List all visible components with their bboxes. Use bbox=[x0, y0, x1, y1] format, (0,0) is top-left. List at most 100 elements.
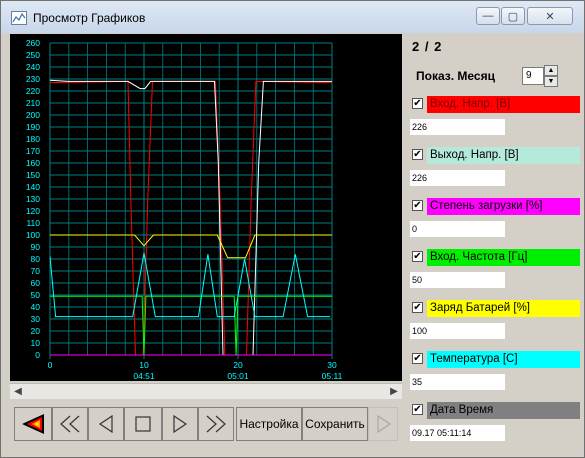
y-tick-label: 100 bbox=[26, 230, 40, 240]
series-value-field: 09.17 05:11:14 bbox=[410, 425, 505, 441]
series-toggle-row[interactable]: ✔ Температура [С] bbox=[410, 351, 580, 368]
series-toggle-row[interactable]: ✔ Заряд Батарей [%] bbox=[410, 300, 580, 317]
play-button[interactable] bbox=[368, 407, 398, 441]
x-tick-label: 10 bbox=[139, 360, 149, 370]
palette-icon bbox=[22, 414, 44, 434]
series-label: Заряд Батарей [%] bbox=[427, 300, 580, 317]
app-chart-icon bbox=[11, 11, 27, 25]
y-tick-label: 220 bbox=[26, 86, 40, 96]
series-line bbox=[49, 79, 332, 356]
y-tick-label: 190 bbox=[26, 122, 40, 132]
stop-button[interactable] bbox=[124, 407, 162, 441]
y-tick-label: 230 bbox=[26, 74, 40, 84]
y-tick-label: 130 bbox=[26, 194, 40, 204]
series-value-field: 226 bbox=[410, 119, 505, 135]
series-value-field: 50 bbox=[410, 272, 505, 288]
series-value-field: 226 bbox=[410, 170, 505, 186]
save-button-label: Сохранить bbox=[305, 417, 365, 431]
step-back-icon bbox=[98, 414, 113, 434]
series-label: Вход. Частота [Гц] bbox=[427, 249, 580, 266]
rewind-button[interactable] bbox=[52, 407, 88, 441]
series-toggle-row[interactable]: ✔ Дата Время bbox=[410, 402, 580, 419]
horizontal-scrollbar[interactable]: ◀ ▶ bbox=[10, 383, 402, 399]
series-checkbox[interactable]: ✔ bbox=[412, 200, 423, 211]
x-tick-label: 30 bbox=[327, 360, 337, 370]
y-tick-label: 160 bbox=[26, 158, 40, 168]
play-icon bbox=[377, 414, 392, 434]
y-tick-label: 40 bbox=[31, 302, 41, 312]
y-tick-label: 70 bbox=[31, 266, 41, 276]
chart-panel: 0 10 20 30 40 50 60 70 80 90 100 110 120 130 140 150 160… bbox=[10, 34, 402, 381]
x-tick-time-label: 04:51 bbox=[133, 371, 155, 381]
series-checkbox[interactable]: ✔ bbox=[412, 404, 423, 415]
months-increment-icon[interactable]: ▲ bbox=[544, 65, 558, 76]
settings-button[interactable]: Настройка bbox=[236, 407, 302, 441]
close-button[interactable]: ✕ bbox=[527, 7, 573, 25]
page-indicator: 2 / 2 bbox=[412, 39, 443, 54]
title-bar[interactable]: Просмотр Графиков — ▢ ✕ bbox=[1, 1, 584, 33]
y-tick-label: 150 bbox=[26, 170, 40, 180]
y-tick-label: 250 bbox=[26, 50, 40, 60]
y-tick-label: 180 bbox=[26, 134, 40, 144]
x-tick-time-label: 05:11 bbox=[322, 371, 343, 381]
client-area: 0 10 20 30 40 50 60 70 80 90 100 110 120 130 140 150 160… bbox=[9, 33, 580, 451]
previous-button[interactable] bbox=[88, 407, 124, 441]
maximize-button[interactable]: ▢ bbox=[501, 7, 525, 25]
y-tick-label: 20 bbox=[31, 326, 41, 336]
step-forward-icon bbox=[173, 414, 188, 434]
fast-back-icon bbox=[60, 415, 80, 433]
color-palette-button[interactable] bbox=[14, 407, 52, 441]
y-tick-label: 240 bbox=[26, 62, 40, 72]
scroll-right-arrow-icon[interactable]: ▶ bbox=[386, 384, 402, 399]
scroll-left-arrow-icon[interactable]: ◀ bbox=[10, 384, 26, 399]
y-tick-label: 170 bbox=[26, 146, 40, 156]
series-line bbox=[49, 80, 333, 356]
months-decrement-icon[interactable]: ▼ bbox=[544, 76, 558, 87]
x-tick-label: 20 bbox=[233, 360, 243, 370]
y-tick-label: 120 bbox=[26, 206, 40, 216]
y-tick-label: 10 bbox=[31, 338, 41, 348]
series-checkbox[interactable]: ✔ bbox=[412, 98, 423, 109]
series-line bbox=[50, 295, 332, 356]
line-chart: 0102030405060708090100110120130140150160… bbox=[26, 38, 343, 381]
series-panel: 2 / 2 Показ. Месяц 9 ▲ ▼ ✔ Вход. Напр. [В… bbox=[406, 33, 580, 451]
series-checkbox[interactable]: ✔ bbox=[412, 302, 423, 313]
months-input[interactable]: 9 bbox=[522, 67, 544, 85]
y-tick-label: 260 bbox=[26, 38, 40, 48]
series-toggle-row[interactable]: ✔ Вход. Напр. [В] bbox=[410, 96, 580, 113]
y-tick-label: 50 bbox=[31, 290, 41, 300]
y-tick-label: 0 bbox=[35, 350, 40, 360]
y-tick-label: 90 bbox=[31, 242, 41, 252]
y-tick-label: 200 bbox=[26, 110, 40, 120]
fast-forward-icon bbox=[206, 415, 226, 433]
x-tick-time-label: 05:01 bbox=[227, 371, 249, 381]
series-toggle-row[interactable]: ✔ Степень загрузки [%] bbox=[410, 198, 580, 215]
chart-viewer-window: Просмотр Графиков — ▢ ✕ 0 10 20 30 40 50 60 70 8… bbox=[0, 0, 585, 458]
series-toggle-row[interactable]: ✔ Вход. Частота [Гц] bbox=[410, 249, 580, 266]
fast-forward-button[interactable] bbox=[198, 407, 234, 441]
next-button[interactable] bbox=[162, 407, 198, 441]
window-title: Просмотр Графиков bbox=[33, 11, 146, 25]
y-tick-label: 30 bbox=[31, 314, 41, 324]
y-tick-label: 210 bbox=[26, 98, 40, 108]
app-chart-icon-graphic bbox=[12, 12, 26, 23]
months-label: Показ. Месяц bbox=[416, 69, 495, 83]
series-label: Выход. Напр. [В] bbox=[427, 147, 580, 164]
stop-icon bbox=[135, 416, 151, 432]
series-label: Степень загрузки [%] bbox=[427, 198, 580, 215]
y-tick-label: 140 bbox=[26, 182, 40, 192]
x-tick-label: 0 bbox=[48, 360, 53, 370]
minimize-button[interactable]: — bbox=[476, 7, 500, 25]
y-tick-label: 60 bbox=[31, 278, 41, 288]
series-label: Температура [С] bbox=[427, 351, 580, 368]
series-checkbox[interactable]: ✔ bbox=[412, 353, 423, 364]
series-checkbox[interactable]: ✔ bbox=[412, 149, 423, 160]
series-label: Дата Время bbox=[427, 402, 580, 419]
series-value-field: 100 bbox=[410, 323, 505, 339]
series-checkbox[interactable]: ✔ bbox=[412, 251, 423, 262]
settings-button-label: Настройка bbox=[239, 417, 299, 431]
series-label: Вход. Напр. [В] bbox=[427, 96, 580, 113]
series-toggle-row[interactable]: ✔ Выход. Напр. [В] bbox=[410, 147, 580, 164]
y-tick-label: 80 bbox=[31, 254, 41, 264]
save-button[interactable]: Сохранить bbox=[302, 407, 368, 441]
